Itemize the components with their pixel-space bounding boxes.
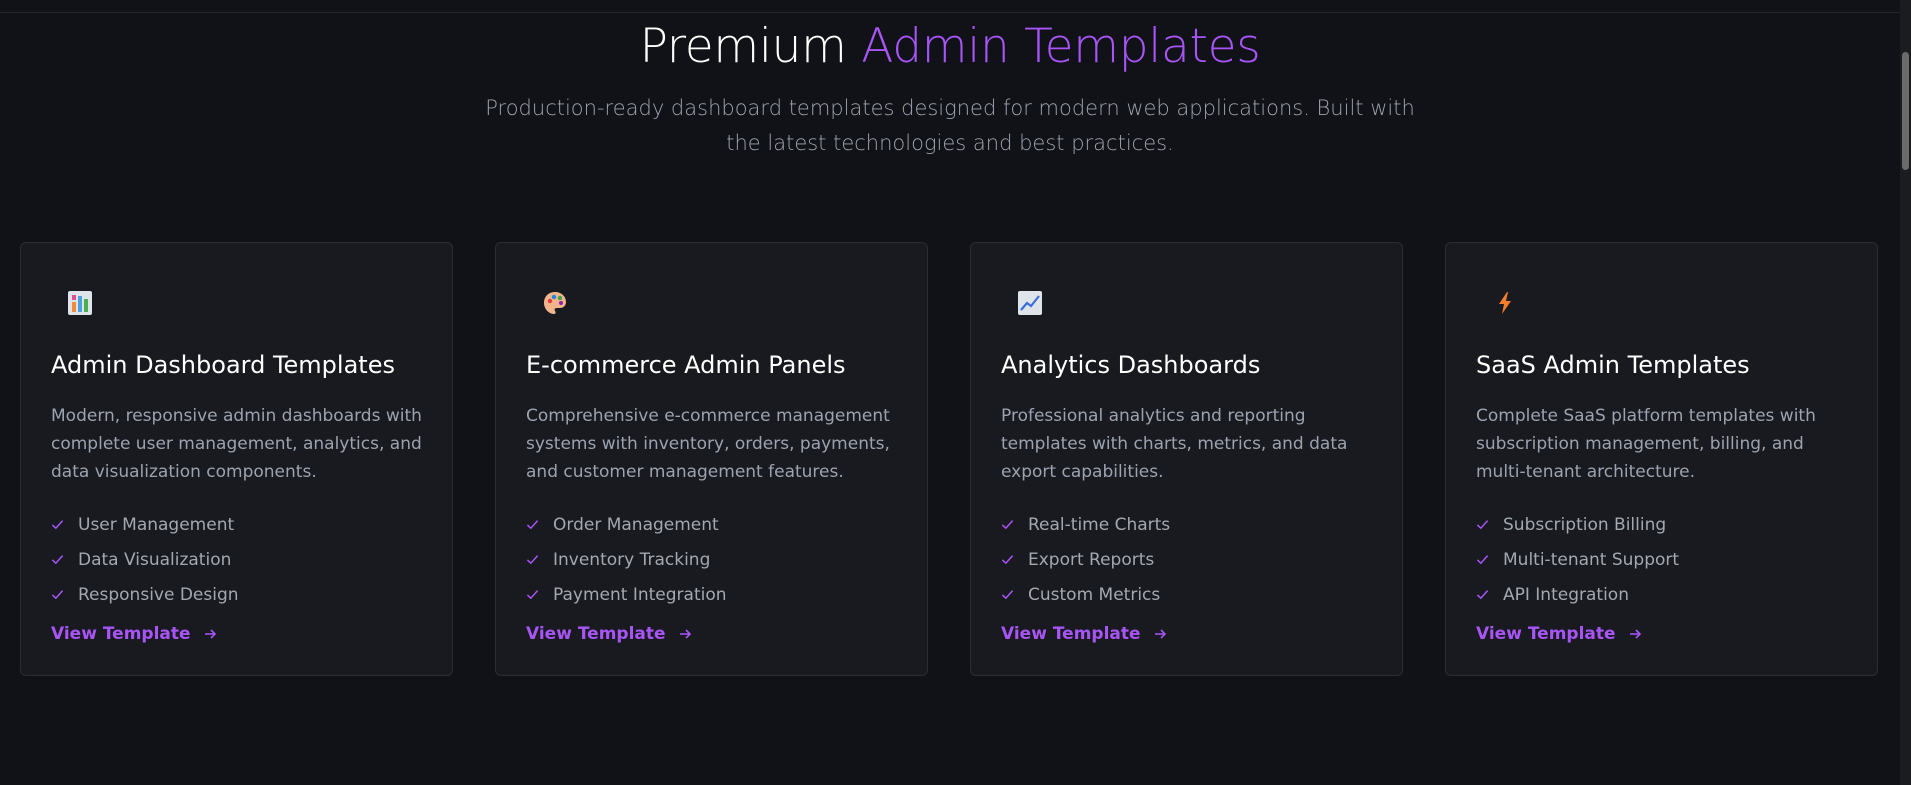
feature-label: Custom Metrics — [1028, 584, 1161, 605]
view-template-link[interactable]: View Template — [526, 624, 692, 644]
check-icon — [526, 555, 539, 565]
feature-item: Multi-tenant Support — [1476, 542, 1679, 577]
feature-item: Subscription Billing — [1476, 507, 1679, 542]
arrow-right-icon — [204, 629, 216, 639]
card-title: SaaS Admin Templates — [1476, 351, 1750, 379]
card-title: Analytics Dashboards — [1001, 351, 1261, 379]
feature-item: Payment Integration — [526, 577, 727, 612]
feature-item: Custom Metrics — [1001, 577, 1170, 612]
feature-label: User Management — [78, 514, 235, 535]
lightning-icon — [1491, 289, 1519, 317]
page-title: Premium Admin Templates — [0, 18, 1900, 76]
card-description: Modern, responsive admin dashboards with… — [51, 406, 422, 482]
view-template-link[interactable]: View Template — [51, 624, 217, 644]
feature-label: Payment Integration — [553, 584, 727, 605]
page: Premium Admin Templates Production-ready… — [0, 0, 1911, 785]
feature-item: User Management — [51, 507, 239, 542]
check-icon — [51, 520, 64, 530]
feature-item: API Integration — [1476, 577, 1679, 612]
feature-item: Inventory Tracking — [526, 542, 727, 577]
arrow-right-icon — [679, 629, 691, 639]
template-card-saas: SaaS Admin Templates Complete SaaS platf… — [1445, 242, 1878, 676]
feature-item: Real-time Charts — [1001, 507, 1170, 542]
feature-label: Responsive Design — [78, 584, 239, 605]
view-template-link[interactable]: View Template — [1001, 624, 1167, 644]
arrow-right-icon — [1154, 629, 1166, 639]
check-icon — [1001, 555, 1014, 565]
vertical-scrollbar[interactable] — [1900, 0, 1911, 785]
feature-list: Subscription Billing Multi-tenant Suppor… — [1476, 507, 1679, 612]
card-title: E-commerce Admin Panels — [526, 351, 846, 379]
check-icon — [51, 555, 64, 565]
check-icon — [51, 590, 64, 600]
feature-item: Responsive Design — [51, 577, 239, 612]
feature-item: Order Management — [526, 507, 727, 542]
feature-list: User Management Data Visualization Respo… — [51, 507, 239, 612]
check-icon — [1001, 520, 1014, 530]
palette-icon — [541, 289, 569, 317]
scrollbar-thumb[interactable] — [1902, 52, 1909, 170]
page-subtitle: Production-ready dashboard templates des… — [485, 96, 1415, 155]
view-template-link[interactable]: View Template — [1476, 624, 1642, 644]
trend-chart-icon — [1016, 289, 1044, 317]
view-template-label: View Template — [51, 624, 191, 644]
feature-label: Subscription Billing — [1503, 514, 1667, 535]
arrow-right-icon — [1629, 629, 1641, 639]
template-card-analytics: Analytics Dashboards Professional analyt… — [970, 242, 1403, 676]
feature-list: Order Management Inventory Tracking Paym… — [526, 507, 727, 612]
feature-label: Multi-tenant Support — [1503, 549, 1680, 570]
card-description: Comprehensive e-commerce management syst… — [526, 406, 890, 482]
template-card-ecommerce: E-commerce Admin Panels Comprehensive e-… — [495, 242, 928, 676]
card-title: Admin Dashboard Templates — [51, 351, 395, 379]
card-description: Professional analytics and reporting tem… — [1001, 406, 1348, 482]
bar-chart-icon — [66, 289, 94, 317]
feature-list: Real-time Charts Export Reports Custom M… — [1001, 507, 1170, 612]
check-icon — [1476, 555, 1489, 565]
feature-item: Export Reports — [1001, 542, 1170, 577]
feature-label: API Integration — [1503, 584, 1629, 605]
check-icon — [1476, 520, 1489, 530]
card-description: Complete SaaS platform templates with su… — [1476, 406, 1816, 482]
template-card-admin-dashboard: Admin Dashboard Templates Modern, respon… — [20, 242, 453, 676]
feature-label: Data Visualization — [78, 549, 232, 570]
check-icon — [1001, 590, 1014, 600]
feature-label: Real-time Charts — [1028, 514, 1171, 535]
feature-item: Data Visualization — [51, 542, 239, 577]
header-divider — [0, 12, 1900, 13]
check-icon — [526, 590, 539, 600]
page-title-accent: Admin Templates — [861, 19, 1261, 74]
check-icon — [1476, 590, 1489, 600]
page-title-plain: Premium — [639, 19, 862, 74]
view-template-label: View Template — [1001, 624, 1141, 644]
feature-label: Order Management — [553, 514, 719, 535]
check-icon — [526, 520, 539, 530]
feature-label: Export Reports — [1028, 549, 1155, 570]
feature-label: Inventory Tracking — [553, 549, 711, 570]
view-template-label: View Template — [1476, 624, 1616, 644]
view-template-label: View Template — [526, 624, 666, 644]
